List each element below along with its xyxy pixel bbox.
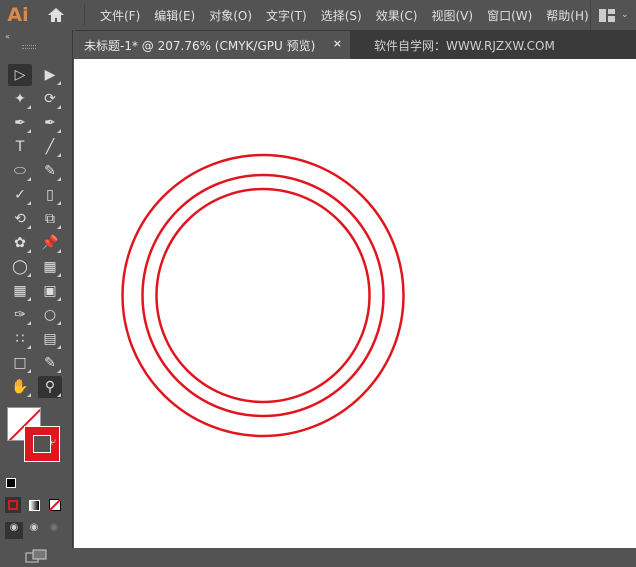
selection-icon: ▷ xyxy=(14,67,26,83)
ellipse-icon: ⬭ xyxy=(14,163,26,179)
menu-help[interactable]: 帮助(H) xyxy=(539,7,595,24)
chevron-down-icon: ⌄ xyxy=(621,10,629,20)
ellipse-tool[interactable]: ⬭ xyxy=(8,160,32,182)
perspective-grid-tool[interactable]: ▦ xyxy=(38,256,62,278)
mesh-icon: ▦ xyxy=(13,283,27,299)
selection-tool[interactable]: ▷ xyxy=(8,64,32,86)
blend-tool[interactable]: ○ xyxy=(38,304,62,326)
direct-selection-tool[interactable]: ▶ xyxy=(38,64,62,86)
zoom-tool[interactable]: ⚲ xyxy=(38,376,62,398)
document-tab[interactable]: 未标题-1* @ 207.76% (CMYK/GPU 预览) × xyxy=(74,31,350,59)
home-icon[interactable] xyxy=(36,0,76,30)
pen-tool[interactable]: ✒ xyxy=(8,112,32,134)
eraser-tool[interactable]: ▯ xyxy=(38,184,62,206)
gradient-tool[interactable]: ▣ xyxy=(38,280,62,302)
color-button[interactable] xyxy=(5,497,21,513)
menu-effect[interactable]: 效果(C) xyxy=(369,7,425,24)
eyedropper-tool[interactable]: ✑ xyxy=(8,304,32,326)
close-icon[interactable]: × xyxy=(333,37,342,50)
pin-icon: 📌 xyxy=(41,235,59,251)
outer-circle xyxy=(121,153,405,438)
artboard-canvas[interactable] xyxy=(74,59,636,548)
magic-wand-tool[interactable]: ✦ xyxy=(8,88,32,110)
shaper-tool[interactable]: ✓ xyxy=(8,184,32,206)
collapse-icon[interactable]: « xyxy=(5,32,10,41)
rotate-tool[interactable]: ⟲ xyxy=(8,208,32,230)
menu-object[interactable]: 对象(O) xyxy=(202,7,259,24)
workspace-switcher[interactable]: ⌄ xyxy=(590,0,636,30)
swap-fill-stroke-icon[interactable]: ⤶ xyxy=(50,435,56,449)
eraser-icon: ▯ xyxy=(46,187,54,203)
blend-icon: ○ xyxy=(43,307,57,323)
slice-icon: ✎ xyxy=(44,355,56,371)
puppet-warp-tool[interactable]: ✿ xyxy=(8,232,32,254)
scale-tool[interactable]: ⧉ xyxy=(38,208,62,230)
middle-circle xyxy=(141,173,385,418)
draw-inside-button[interactable]: ◉ xyxy=(45,522,63,539)
document-tab-bar: 未标题-1* @ 207.76% (CMYK/GPU 预览) × 软件自学网：W… xyxy=(74,30,636,59)
shape-builder-tool[interactable]: ◯ xyxy=(8,256,32,278)
default-colors-icon[interactable] xyxy=(6,478,16,488)
slice-tool[interactable]: ✎ xyxy=(38,352,62,374)
pin-tool[interactable]: 📌 xyxy=(38,232,62,254)
puppet-warp-icon: ✿ xyxy=(14,235,26,251)
app-logo: Ai xyxy=(7,4,29,26)
direct-selection-icon: ▶ xyxy=(44,67,56,83)
pen-icon: ✒ xyxy=(14,115,26,131)
divider xyxy=(84,4,85,26)
artwork xyxy=(121,153,405,438)
lasso-tool[interactable]: ⟳ xyxy=(38,88,62,110)
eyedropper-icon: ✑ xyxy=(14,307,26,323)
gradient-icon: ▣ xyxy=(43,283,57,299)
type-icon: T xyxy=(15,139,25,155)
menu-view[interactable]: 视图(V) xyxy=(424,7,480,24)
curvature-tool[interactable]: ✒ xyxy=(38,112,62,134)
tools-panel: « ▷ ▶ ✦ ⟳ ✒ ✒ T ╱ ⬭ ✎ ✓ ▯ ⟲ ⧉ ✿ 📌 ◯ ▦ ▦ ▣ ✑ ○ ∷ ▤ □ ✎ ✋ ⚲ ⤶ ◉ ◉ ◉ xyxy=(0,30,73,563)
column-graph-tool[interactable]: ▤ xyxy=(38,328,62,350)
hand-icon: ✋ xyxy=(11,379,29,395)
column-graph-icon: ▤ xyxy=(43,331,57,347)
draw-mode-buttons: ◉ ◉ ◉ xyxy=(5,522,63,539)
shaper-icon: ✓ xyxy=(14,187,26,203)
menu-file[interactable]: 文件(F) xyxy=(93,7,147,24)
menu-window[interactable]: 窗口(W) xyxy=(480,7,539,24)
shape-builder-icon: ◯ xyxy=(12,259,28,275)
document-tab-title: 未标题-1* @ 207.76% (CMYK/GPU 预览) xyxy=(84,38,316,53)
draw-normal-button[interactable]: ◉ xyxy=(5,522,23,539)
zoom-icon: ⚲ xyxy=(44,379,56,395)
symbol-sprayer-tool[interactable]: ∷ xyxy=(8,328,32,350)
layout-icon xyxy=(599,8,615,22)
artboard-icon: □ xyxy=(13,355,27,371)
hand-tool[interactable]: ✋ xyxy=(8,376,32,398)
none-button[interactable] xyxy=(47,497,63,513)
magic-wand-icon: ✦ xyxy=(14,91,26,107)
line-segment-icon: ╱ xyxy=(45,139,55,155)
line-segment-tool[interactable]: ╱ xyxy=(38,136,62,158)
perspective-grid-icon: ▦ xyxy=(43,259,57,275)
paintbrush-tool[interactable]: ✎ xyxy=(38,160,62,182)
mesh-tool[interactable]: ▦ xyxy=(8,280,32,302)
rotate-icon: ⟲ xyxy=(14,211,26,227)
drag-handle[interactable] xyxy=(22,45,36,49)
screen-mode-icon[interactable] xyxy=(25,548,47,567)
type-tool[interactable]: T xyxy=(8,136,32,158)
artboard-tool[interactable]: □ xyxy=(8,352,32,374)
menu-type[interactable]: 文字(T) xyxy=(259,7,314,24)
lasso-icon: ⟳ xyxy=(44,91,56,107)
paintbrush-icon: ✎ xyxy=(44,163,56,179)
watermark-text: 软件自学网：WWW.RJZXW.COM xyxy=(374,39,555,53)
scale-icon: ⧉ xyxy=(45,211,55,227)
inner-circle xyxy=(155,187,371,404)
color-mode-buttons xyxy=(5,497,63,513)
draw-behind-button[interactable]: ◉ xyxy=(25,522,43,539)
symbol-sprayer-icon: ∷ xyxy=(15,331,25,347)
gradient-button[interactable] xyxy=(26,497,42,513)
curvature-icon: ✒ xyxy=(44,115,56,131)
menu-edit[interactable]: 编辑(E) xyxy=(147,7,202,24)
menu-select[interactable]: 选择(S) xyxy=(314,7,369,24)
menu-bar: Ai 文件(F) 编辑(E) 对象(O) 文字(T) 选择(S) 效果(C) 视… xyxy=(0,0,636,30)
